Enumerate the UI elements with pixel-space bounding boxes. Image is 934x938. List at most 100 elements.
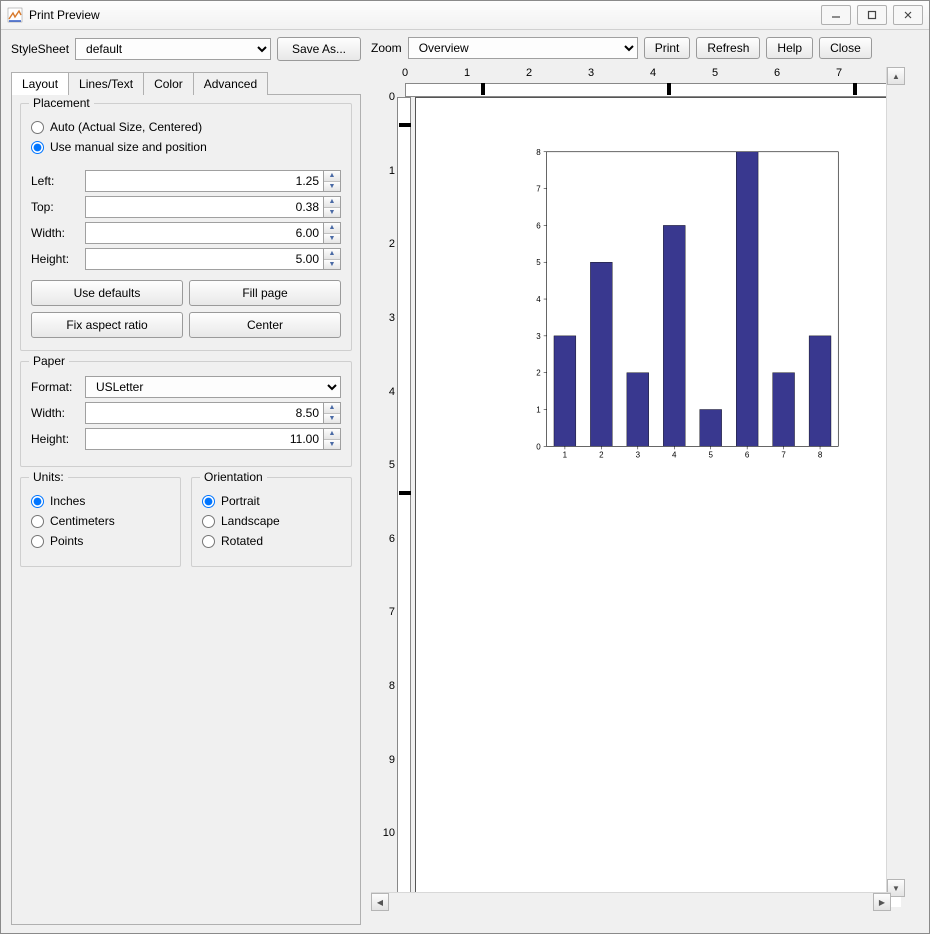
orientation-rotated-radio[interactable] [202, 535, 215, 548]
paper-height-input[interactable] [85, 428, 323, 450]
spinner-down-icon[interactable]: ▼ [324, 440, 340, 450]
print-button[interactable]: Print [644, 37, 691, 59]
layout-tab-panel: Placement Auto (Actual Size, Centered) U… [11, 95, 361, 925]
ruler-h-tick: 2 [526, 67, 532, 79]
use-defaults-button[interactable]: Use defaults [31, 280, 183, 306]
units-group: Units: Inches Centimeters Points [20, 477, 181, 567]
paper-width-spinner[interactable]: ▲▼ [85, 402, 341, 424]
top-label: Top: [31, 200, 79, 214]
ruler-h-marker[interactable] [667, 83, 671, 95]
svg-text:0: 0 [536, 442, 541, 451]
paper-width-input[interactable] [85, 402, 323, 424]
zoom-label: Zoom [371, 41, 402, 55]
scroll-left-icon[interactable]: ◀ [371, 893, 389, 911]
center-button[interactable]: Center [189, 312, 341, 338]
units-inches-label: Inches [50, 494, 85, 508]
svg-text:5: 5 [536, 258, 541, 267]
vertical-scrollbar[interactable]: ▲ ▼ [886, 67, 905, 897]
tab-layout[interactable]: Layout [11, 72, 69, 95]
help-button[interactable]: Help [766, 37, 813, 59]
horizontal-scrollbar[interactable]: ◀ ▶ [371, 892, 891, 911]
svg-text:3: 3 [536, 332, 541, 341]
minimize-button[interactable] [821, 5, 851, 25]
tab-lines-text[interactable]: Lines/Text [68, 72, 144, 95]
spinner-down-icon[interactable]: ▼ [324, 234, 340, 244]
units-inches-radio[interactable] [31, 495, 44, 508]
save-as-button[interactable]: Save As... [277, 37, 361, 61]
orientation-legend: Orientation [200, 470, 267, 484]
ruler-v-tick: 1 [389, 165, 395, 177]
titlebar: Print Preview [1, 1, 929, 30]
ruler-v-tick: 5 [389, 459, 395, 471]
spinner-down-icon[interactable]: ▼ [324, 208, 340, 218]
ruler-v-tick: 7 [389, 606, 395, 618]
spinner-up-icon[interactable]: ▲ [324, 171, 340, 182]
tab-color[interactable]: Color [143, 72, 194, 95]
ruler-h-marker[interactable] [481, 83, 485, 95]
svg-text:7: 7 [536, 185, 541, 194]
ruler-h-tick: 6 [774, 67, 780, 79]
scroll-right-icon[interactable]: ▶ [873, 893, 891, 911]
height-spinner[interactable]: ▲▼ [85, 248, 341, 270]
spinner-up-icon[interactable]: ▲ [324, 403, 340, 414]
top-spinner[interactable]: ▲▼ [85, 196, 341, 218]
width-label: Width: [31, 226, 79, 240]
placement-legend: Placement [29, 96, 94, 110]
left-input[interactable] [85, 170, 323, 192]
svg-text:1: 1 [563, 450, 568, 459]
svg-text:4: 4 [536, 295, 541, 304]
refresh-button[interactable]: Refresh [696, 37, 760, 59]
left-spinner[interactable]: ▲▼ [85, 170, 341, 192]
spinner-down-icon[interactable]: ▼ [324, 414, 340, 424]
spinner-up-icon[interactable]: ▲ [324, 223, 340, 234]
ruler-v-marker[interactable] [399, 491, 411, 495]
paper-legend: Paper [29, 354, 69, 368]
ruler-v-tick: 10 [383, 827, 395, 839]
ruler-v-marker[interactable] [399, 123, 411, 127]
svg-text:1: 1 [536, 405, 541, 414]
vertical-ruler: 01234567891011 [371, 97, 411, 907]
paper-group: Paper Format: USLetter Width: ▲▼ [20, 361, 352, 467]
ruler-h-tick: 3 [588, 67, 594, 79]
tab-advanced[interactable]: Advanced [193, 72, 268, 95]
units-points-radio[interactable] [31, 535, 44, 548]
fix-aspect-button[interactable]: Fix aspect ratio [31, 312, 183, 338]
units-points-label: Points [50, 534, 83, 548]
placement-manual-radio[interactable] [31, 141, 44, 154]
orientation-landscape-radio[interactable] [202, 515, 215, 528]
orientation-portrait-label: Portrait [221, 494, 260, 508]
maximize-button[interactable] [857, 5, 887, 25]
orientation-group: Orientation Portrait Landscape Rotated [191, 477, 352, 567]
svg-text:6: 6 [536, 221, 541, 230]
svg-text:2: 2 [536, 369, 541, 378]
spinner-up-icon[interactable]: ▲ [324, 249, 340, 260]
scroll-up-icon[interactable]: ▲ [887, 67, 905, 85]
paper-page[interactable]: 01234567812345678 [415, 97, 901, 907]
placement-auto-radio[interactable] [31, 121, 44, 134]
width-spinner[interactable]: ▲▼ [85, 222, 341, 244]
units-legend: Units: [29, 470, 68, 484]
paper-format-select[interactable]: USLetter [85, 376, 341, 398]
paper-height-spinner[interactable]: ▲▼ [85, 428, 341, 450]
stylesheet-select[interactable]: default [75, 38, 271, 60]
stylesheet-label: StyleSheet [11, 42, 69, 56]
format-label: Format: [31, 380, 79, 394]
spinner-down-icon[interactable]: ▼ [324, 260, 340, 270]
orientation-rotated-label: Rotated [221, 534, 263, 548]
spinner-up-icon[interactable]: ▲ [324, 429, 340, 440]
fill-page-button[interactable]: Fill page [189, 280, 341, 306]
paper-canvas[interactable]: 01234567812345678 [415, 97, 901, 907]
ruler-v-tick: 2 [389, 238, 395, 250]
spinner-up-icon[interactable]: ▲ [324, 197, 340, 208]
close-window-button[interactable] [893, 5, 923, 25]
height-input[interactable] [85, 248, 323, 270]
zoom-select[interactable]: Overview [408, 37, 638, 59]
svg-text:8: 8 [818, 450, 823, 459]
ruler-h-marker[interactable] [853, 83, 857, 95]
width-input[interactable] [85, 222, 323, 244]
close-button[interactable]: Close [819, 37, 872, 59]
orientation-portrait-radio[interactable] [202, 495, 215, 508]
top-input[interactable] [85, 196, 323, 218]
spinner-down-icon[interactable]: ▼ [324, 182, 340, 192]
units-centimeters-radio[interactable] [31, 515, 44, 528]
